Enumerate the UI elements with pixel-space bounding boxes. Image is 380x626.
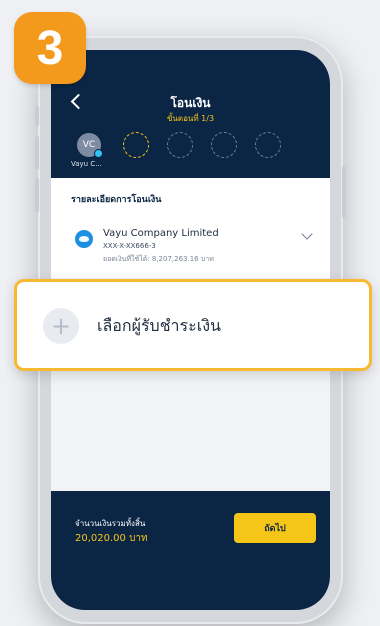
footer-bar: จำนวนเงินรวมทั้งสิ้น 20,020.00 บาท ถัดไป: [51, 491, 330, 610]
total-amount-value: 20,020.00 บาท: [75, 533, 148, 544]
chevron-down-icon[interactable]: [301, 228, 313, 240]
step-indicator: ขั้นตอนที่ 1/3: [166, 114, 215, 123]
side-button: [35, 106, 39, 126]
page-title: โอนเงิน: [170, 96, 211, 110]
total-amount-label: จำนวนเงินรวมทั้งสิ้น: [75, 519, 146, 528]
next-button[interactable]: ถัดไป: [234, 513, 316, 543]
select-recipient-label: เลือกผู้รับชำระเงิน: [97, 316, 221, 335]
selected-status-dot: [94, 149, 103, 158]
select-recipient-button[interactable]: + เลือกผู้รับชำระเงิน: [14, 279, 372, 371]
side-button: [342, 166, 346, 218]
account-name[interactable]: Vayu Company Limited: [103, 228, 219, 239]
section-title: รายละเอียดการโอนเงิน: [71, 195, 162, 205]
available-balance: ยอดเงินที่ใช้ได้: 8,207,263.16 บาท: [103, 255, 214, 263]
empty-payee-slot[interactable]: [167, 132, 193, 158]
transfer-details-section: รายละเอียดการโอนเงิน Vayu Company Limite…: [51, 178, 330, 278]
payee-selector-row: VC Vayu C...: [51, 128, 330, 178]
plus-icon[interactable]: +: [43, 308, 79, 344]
side-button: [35, 136, 39, 170]
empty-payee-slot[interactable]: [123, 132, 149, 158]
empty-payee-slot[interactable]: [211, 132, 237, 158]
step-number-badge: 3: [14, 12, 86, 84]
header: โอนเงิน ขั้นตอนที่ 1/3 VC Vayu C...: [51, 50, 330, 178]
bank-logo-icon: [75, 230, 93, 248]
avatar-name: Vayu C...: [71, 160, 102, 168]
side-button: [35, 178, 39, 212]
empty-payee-slot[interactable]: [255, 132, 281, 158]
account-number: XXX-X-XX666-3: [103, 242, 156, 250]
avatar[interactable]: VC: [77, 133, 103, 158]
avatar-initials: VC: [82, 140, 96, 150]
